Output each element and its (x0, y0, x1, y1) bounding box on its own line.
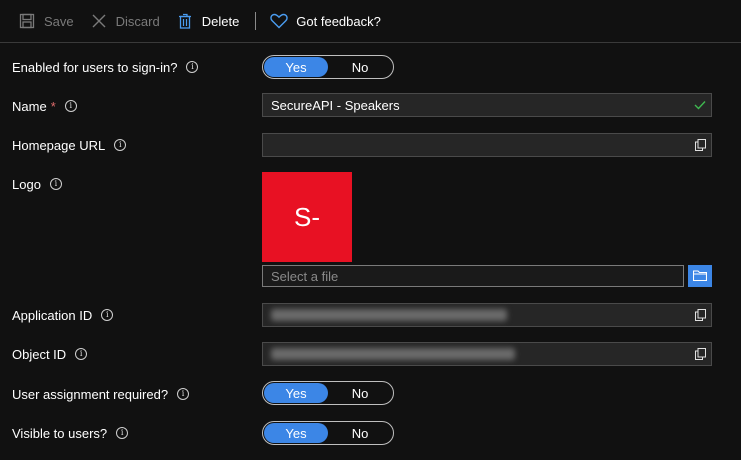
assignment-no-option[interactable]: No (328, 383, 392, 403)
logo-label-wrap: Logo i (12, 164, 62, 204)
info-icon[interactable]: i (75, 348, 88, 360)
command-bar: Save Discard Delete Got feedback? (0, 0, 741, 43)
name-row: Name * i SecureAPI - Speakers (0, 86, 741, 126)
heart-icon (270, 12, 289, 30)
discard-button[interactable]: Discard (90, 12, 160, 30)
app-logo-tile: S- (262, 172, 352, 262)
delete-button[interactable]: Delete (176, 12, 240, 30)
info-icon[interactable]: i (116, 427, 129, 439)
homepage-url-field[interactable] (262, 133, 712, 157)
enabled-row: Enabled for users to sign-in? i Yes No (0, 47, 741, 87)
copy-icon[interactable] (689, 343, 711, 365)
save-label: Save (44, 13, 74, 29)
enabled-toggle[interactable]: Yes No (262, 55, 394, 79)
object-id-field[interactable] (262, 342, 712, 366)
info-icon[interactable]: i (49, 178, 62, 190)
name-label-wrap: Name * i (12, 86, 77, 126)
application-id-label: Application ID (12, 307, 93, 323)
assignment-label: User assignment required? (12, 386, 169, 402)
check-icon (689, 94, 711, 116)
info-icon[interactable]: i (114, 139, 127, 151)
browse-file-button[interactable] (688, 265, 712, 287)
trash-icon (176, 12, 194, 30)
object-id-row: Object ID i (0, 334, 741, 374)
discard-x-icon (90, 12, 108, 30)
visible-label: Visible to users? (12, 425, 108, 441)
assignment-yes-option[interactable]: Yes (264, 383, 328, 403)
application-id-value (271, 309, 689, 321)
info-icon[interactable]: i (101, 309, 114, 321)
file-placeholder: Select a file (271, 268, 339, 284)
logo-initials: S- (294, 201, 320, 232)
copy-icon[interactable] (689, 304, 711, 326)
feedback-button[interactable]: Got feedback? (270, 12, 381, 30)
info-icon[interactable]: i (64, 100, 77, 112)
name-label: Name (12, 98, 47, 114)
logo-label: Logo (12, 176, 41, 192)
name-field[interactable]: SecureAPI - Speakers (262, 93, 712, 117)
object-id-label: Object ID (12, 346, 67, 362)
homepage-label-wrap: Homepage URL i (12, 125, 127, 165)
info-icon[interactable]: i (177, 388, 190, 400)
object-id-value (271, 348, 689, 360)
folder-icon (692, 269, 708, 284)
application-id-row: Application ID i (0, 295, 741, 335)
application-id-label-wrap: Application ID i (12, 295, 114, 335)
save-button[interactable]: Save (18, 12, 74, 30)
enabled-yes-option[interactable]: Yes (264, 57, 328, 77)
visible-yes-option[interactable]: Yes (264, 423, 328, 443)
toolbar-divider (255, 12, 257, 30)
name-value: SecureAPI - Speakers (271, 97, 400, 113)
logo-row: Logo i (0, 164, 741, 204)
required-asterisk: * (50, 98, 56, 114)
save-icon (18, 12, 36, 30)
visible-label-wrap: Visible to users? i (12, 413, 129, 453)
assignment-row: User assignment required? i Yes No (0, 374, 741, 414)
visible-row: Visible to users? i Yes No (0, 413, 741, 453)
object-id-label-wrap: Object ID i (12, 334, 88, 374)
enabled-label: Enabled for users to sign-in? (12, 59, 178, 75)
visible-toggle[interactable]: Yes No (262, 421, 394, 445)
application-id-field[interactable] (262, 303, 712, 327)
assignment-label-wrap: User assignment required? i (12, 374, 190, 414)
enabled-no-option[interactable]: No (328, 57, 392, 77)
assignment-toggle[interactable]: Yes No (262, 381, 394, 405)
enabled-label-wrap: Enabled for users to sign-in? i (12, 47, 199, 87)
feedback-label: Got feedback? (296, 13, 381, 29)
copy-icon[interactable] (689, 134, 711, 156)
homepage-label: Homepage URL (12, 137, 106, 153)
delete-label: Delete (201, 13, 240, 29)
visible-no-option[interactable]: No (328, 423, 392, 443)
info-icon[interactable]: i (186, 61, 199, 73)
discard-label: Discard (115, 13, 160, 29)
homepage-row: Homepage URL i (0, 125, 741, 165)
logo-file-input[interactable]: Select a file (262, 265, 684, 287)
